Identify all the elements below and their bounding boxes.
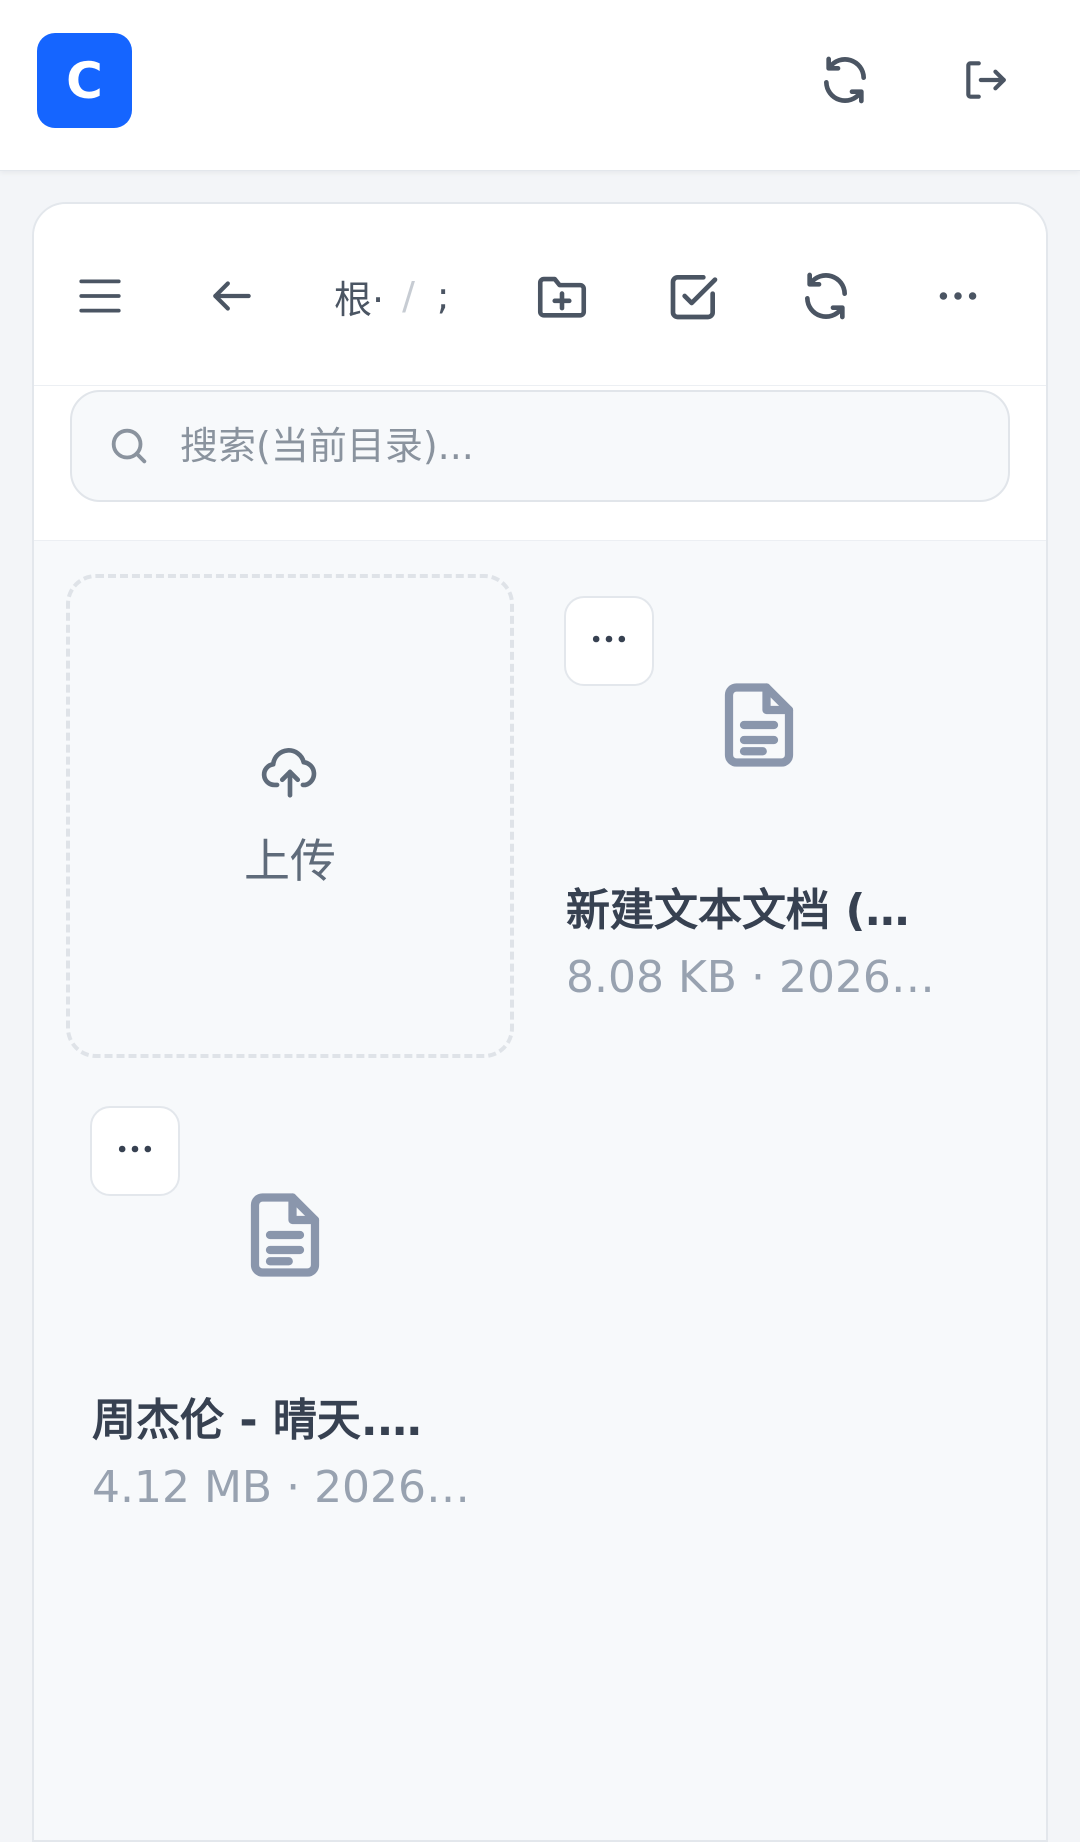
refresh-icon[interactable] (796, 266, 856, 326)
file-card[interactable]: 新建文本文档 (… 8.08 KB · 2026… (564, 596, 1024, 1036)
file-browser-panel: 根· / ; 搜索(当前目录)... 上传 新建文本文档 (… 8.08 KB … (32, 202, 1048, 1842)
logout-icon[interactable] (955, 50, 1015, 110)
search-box[interactable] (70, 390, 1010, 502)
breadcrumb-separator: / (402, 274, 415, 318)
breadcrumb-current[interactable]: ; (433, 274, 450, 318)
logo-letter: C (66, 51, 103, 110)
upload-label: 上传 (244, 834, 336, 888)
more-icon[interactable] (928, 266, 988, 326)
file-more-button[interactable] (90, 1106, 180, 1196)
file-card[interactable]: 周杰伦 - 晴天.… 4.12 MB · 2026… (90, 1106, 550, 1546)
app-logo: C (37, 33, 132, 128)
checkbox-icon[interactable] (664, 266, 724, 326)
more-icon (587, 617, 631, 665)
back-arrow-icon[interactable] (202, 266, 262, 326)
search-bar (34, 386, 1046, 541)
breadcrumb: 根· / ; (334, 266, 504, 326)
document-icon (245, 1190, 325, 1280)
more-icon (113, 1127, 157, 1175)
file-toolbar: 根· / ; (34, 204, 1046, 386)
file-more-button[interactable] (564, 596, 654, 686)
refresh-icon[interactable] (815, 50, 875, 110)
document-icon (719, 680, 799, 770)
file-meta: 8.08 KB · 2026… (566, 952, 935, 1003)
file-name: 新建文本文档 (… (566, 885, 910, 936)
cloud-upload-icon (259, 741, 321, 807)
file-name: 周杰伦 - 晴天.… (92, 1395, 422, 1446)
upload-button[interactable]: 上传 (66, 574, 514, 1058)
search-icon (106, 422, 154, 470)
new-folder-icon[interactable] (532, 266, 592, 326)
file-meta: 4.12 MB · 2026… (92, 1462, 471, 1513)
breadcrumb-root[interactable]: 根· (334, 269, 384, 324)
menu-icon[interactable] (70, 266, 130, 326)
search-input[interactable] (180, 424, 960, 468)
app-header: C (0, 0, 1080, 171)
